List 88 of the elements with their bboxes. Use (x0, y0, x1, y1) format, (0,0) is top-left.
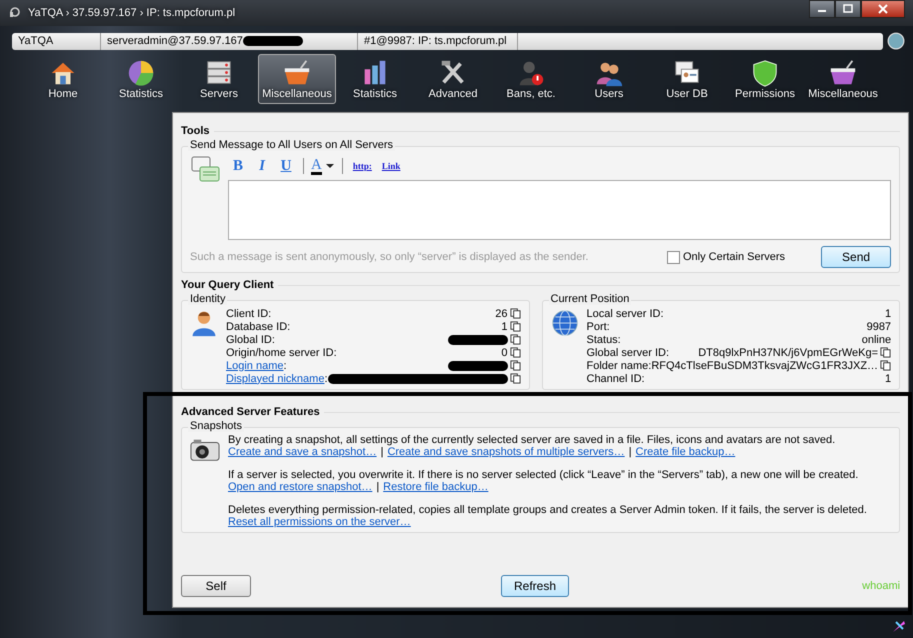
field-value: RFQ4cTlseFBuSDM3TksvajZWcG1FR3JXZ… (651, 360, 878, 372)
field-value: online (862, 334, 892, 346)
window-title: YaTQA › 37.59.97.167 › IP: ts.mpcforum.pl (28, 7, 236, 19)
send-button[interactable]: Send (821, 246, 892, 268)
field-link[interactable]: Login name (226, 360, 284, 372)
camera-icon (190, 438, 220, 462)
toolbar-button[interactable]: Home (24, 54, 102, 104)
toolbar-button[interactable]: Miscellaneous (258, 54, 336, 104)
copy-icon[interactable] (510, 321, 520, 332)
group-title: Identity (188, 293, 228, 305)
link-separator: | (628, 446, 632, 458)
field-value: 1 (501, 320, 508, 332)
action-link[interactable]: Create file backup… (636, 446, 736, 458)
hint-text: Such a message is sent anonymously, so only “server” is displayed as the sender. (190, 251, 590, 263)
link-button[interactable]: http: (350, 161, 375, 171)
only-certain-servers-checkbox[interactable]: Only Certain Servers (666, 250, 786, 264)
group-title: Send Message to All Users on All Servers (188, 139, 395, 151)
format-button[interactable]: B (228, 158, 248, 174)
toolbar-button[interactable]: Advanced (414, 54, 492, 104)
close-button[interactable] (861, 0, 905, 18)
field-value: 9987 (866, 320, 892, 332)
field-label: Channel ID: (586, 372, 645, 384)
field-value: 1 (884, 372, 892, 384)
close-icon (878, 4, 888, 14)
toolbar-button[interactable]: Bans, etc. (492, 54, 570, 104)
field-value: 0 (501, 346, 508, 358)
field-label: Port: (586, 320, 610, 332)
pie-icon (126, 58, 156, 88)
section-title: Advanced Server Features (181, 406, 320, 418)
text-color-button[interactable]: A (311, 158, 335, 174)
copy-icon[interactable] (510, 308, 520, 319)
field-value: 26 (495, 308, 508, 320)
headset-icon (8, 6, 22, 20)
caret-icon (324, 163, 335, 169)
copy-icon[interactable] (880, 347, 892, 358)
format-button[interactable]: U (276, 158, 296, 174)
whoami-label: whoami (862, 580, 900, 592)
action-link[interactable]: Reset all permissions on the server… (228, 516, 411, 528)
description-text: By creating a snapshot, all settings of the currently selected server are saved in a file. Files, icons and avatars are not saved. (228, 434, 836, 446)
breadcrumb-item[interactable]: YaTQA (12, 32, 101, 50)
group-title: Current Position (548, 293, 632, 305)
copy-icon[interactable] (510, 334, 520, 345)
field-label: Global server ID: (586, 346, 670, 358)
action-link[interactable]: Create and save a snapshot… (228, 446, 377, 458)
breadcrumb-item[interactable]: #1@9987: IP: ts.mpcforum.pl (358, 32, 518, 50)
toolbar-button[interactable]: Users (570, 54, 648, 104)
field-label: Global ID: (226, 334, 275, 346)
format-button[interactable]: I (252, 158, 272, 174)
toolbar-button[interactable]: Servers (180, 54, 258, 104)
link-separator: | (376, 481, 380, 493)
field-label: Local server ID: (586, 308, 664, 320)
toolbar-button[interactable]: Permissions (726, 54, 804, 104)
copy-icon[interactable] (880, 360, 892, 371)
link-separator: | (380, 446, 384, 458)
copy-icon[interactable] (510, 373, 520, 384)
section-title: Your Query Client (181, 279, 274, 291)
field-value: DT8q9lxPnH37NK/j6VpmEGrWeKg= (698, 346, 878, 358)
copy-icon[interactable] (510, 347, 520, 358)
toolbar-button[interactable]: Miscellaneous (804, 54, 882, 104)
toolbar-button[interactable]: Statistics (336, 54, 414, 104)
field-label: Origin/home server ID: (226, 346, 337, 358)
action-link[interactable]: Create and save snapshots of multiple servers… (387, 446, 625, 458)
description-text: Deletes everything permission-related, copies all template groups and creates a Server Admin token. If it fails, the server is deleted. (228, 504, 867, 516)
maximize-button[interactable] (835, 0, 861, 18)
message-field[interactable] (228, 180, 892, 240)
action-link[interactable]: Restore file backup… (383, 481, 488, 493)
action-link[interactable]: Open and restore snapshot… (228, 481, 372, 493)
minimize-button[interactable] (809, 0, 835, 18)
globe-icon[interactable] (887, 32, 905, 50)
group-title: Snapshots (188, 420, 244, 432)
field-label: Database ID: (226, 320, 290, 332)
colon-text: : (284, 360, 287, 372)
toolbar-button[interactable]: Statistics (102, 54, 180, 104)
section-title: Tools (181, 125, 210, 137)
self-button[interactable]: Self (181, 575, 251, 597)
field-label: Status: (586, 334, 621, 346)
field-label: Folder name: (586, 360, 652, 372)
field-value: 1 (884, 308, 892, 320)
copy-icon[interactable] (510, 360, 520, 371)
refresh-button[interactable]: Refresh (501, 575, 569, 597)
field-label: Client ID: (226, 308, 272, 320)
field-link[interactable]: Displayed nickname (226, 372, 324, 384)
toolbar-button[interactable]: User DB (648, 54, 726, 104)
description-text: If a server is selected, you overwrite it. If there is no server selected (click “Leave” in the “Servers” tab), a new one will be created. (228, 469, 858, 481)
colon-text: : (324, 372, 328, 384)
maximize-icon (843, 4, 853, 14)
breadcrumb-item[interactable]: serveradmin@37.59.97.167 (101, 32, 358, 50)
link-button[interactable]: Link (378, 161, 404, 171)
